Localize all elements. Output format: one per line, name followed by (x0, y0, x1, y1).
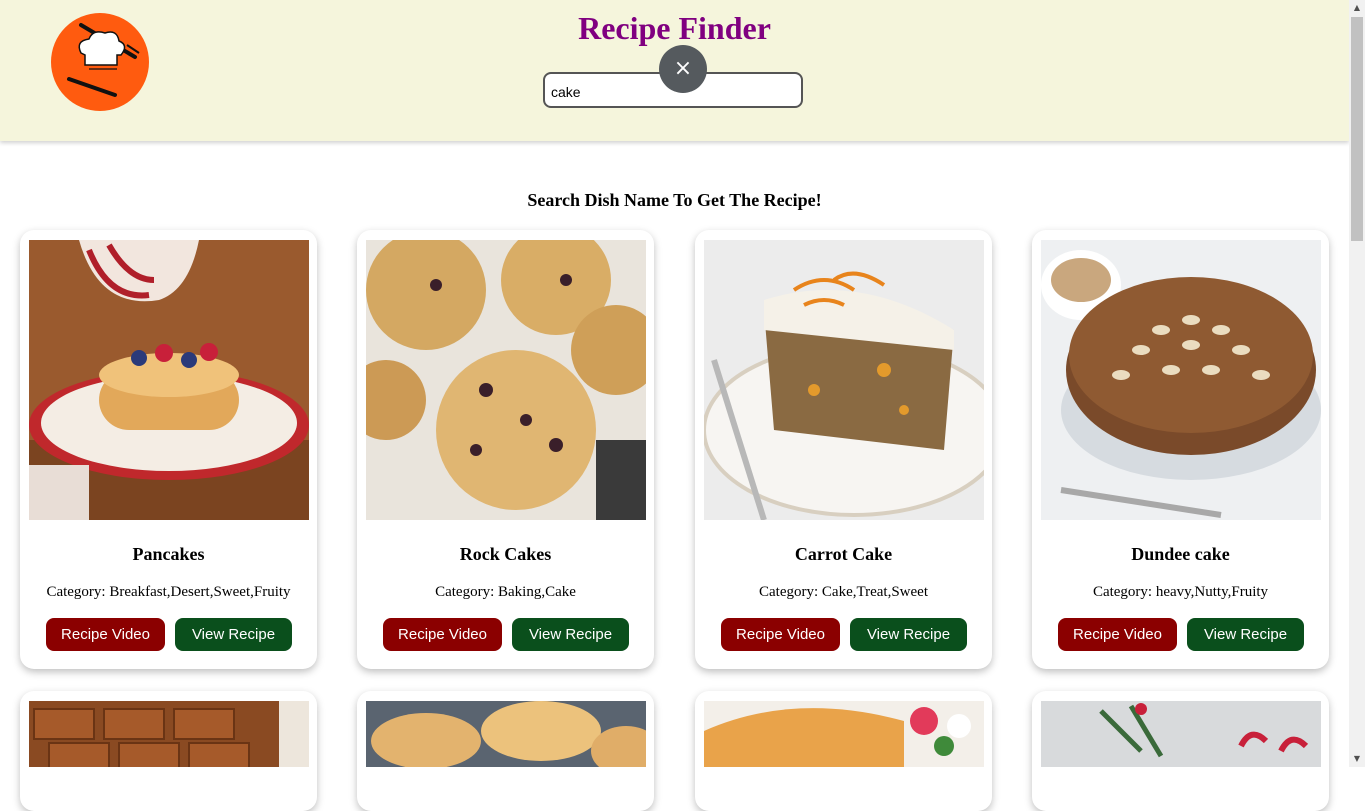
recipe-video-button[interactable]: Recipe Video (383, 618, 502, 651)
recipe-card (357, 691, 654, 811)
view-recipe-button[interactable]: View Recipe (175, 618, 292, 651)
recipe-image (29, 701, 309, 767)
recipe-video-button[interactable]: Recipe Video (1058, 618, 1177, 651)
recipe-name: Dundee cake (1131, 544, 1230, 564)
page-title: Recipe Finder (578, 10, 771, 46)
recipe-image (366, 240, 646, 520)
recipe-video-button[interactable]: Recipe Video (46, 618, 165, 651)
recipe-category: Category: Cake,Treat,Sweet (759, 584, 928, 600)
scroll-up-icon[interactable]: ▲ (1349, 0, 1365, 16)
recipe-card (695, 691, 992, 811)
recipe-image (704, 240, 984, 520)
recipe-image (704, 701, 984, 767)
recipe-image (366, 701, 646, 767)
header: Recipe Finder cake × (0, 0, 1349, 141)
recipe-category: Category: Breakfast,Desert,Sweet,Fruity (46, 584, 291, 600)
recipe-card (1032, 691, 1329, 811)
recipe-card (20, 691, 317, 811)
recipe-category: Category: Baking,Cake (435, 584, 576, 600)
recipe-image (1041, 240, 1321, 520)
vertical-scrollbar[interactable]: ▲ ▼ (1349, 0, 1365, 767)
recipe-card: Dundee cake Category: heavy,Nutty,Fruity… (1032, 230, 1329, 669)
recipe-video-button[interactable]: Recipe Video (721, 618, 840, 651)
recipe-image (29, 240, 309, 520)
scroll-down-icon[interactable]: ▼ (1349, 751, 1365, 767)
close-icon[interactable]: × (659, 45, 707, 93)
recipe-category: Category: heavy,Nutty,Fruity (1092, 584, 1269, 600)
view-recipe-button[interactable]: View Recipe (1187, 618, 1304, 651)
recipe-name: Carrot Cake (794, 544, 893, 564)
recipe-card: Pancakes Category: Breakfast,Desert,Swee… (20, 230, 317, 669)
view-recipe-button[interactable]: View Recipe (850, 618, 967, 651)
scrollbar-thumb[interactable] (1351, 17, 1363, 241)
recipe-name: Pancakes (132, 544, 205, 564)
view-recipe-button[interactable]: View Recipe (512, 618, 629, 651)
recipe-name: Rock Cakes (459, 544, 552, 564)
recipe-card: Rock Cakes Category: Baking,Cake Recipe … (357, 230, 654, 669)
instruction-heading: Search Dish Name To Get The Recipe! (527, 190, 822, 210)
recipe-card: Carrot Cake Category: Cake,Treat,Sweet R… (695, 230, 992, 669)
recipe-image (1041, 701, 1321, 767)
